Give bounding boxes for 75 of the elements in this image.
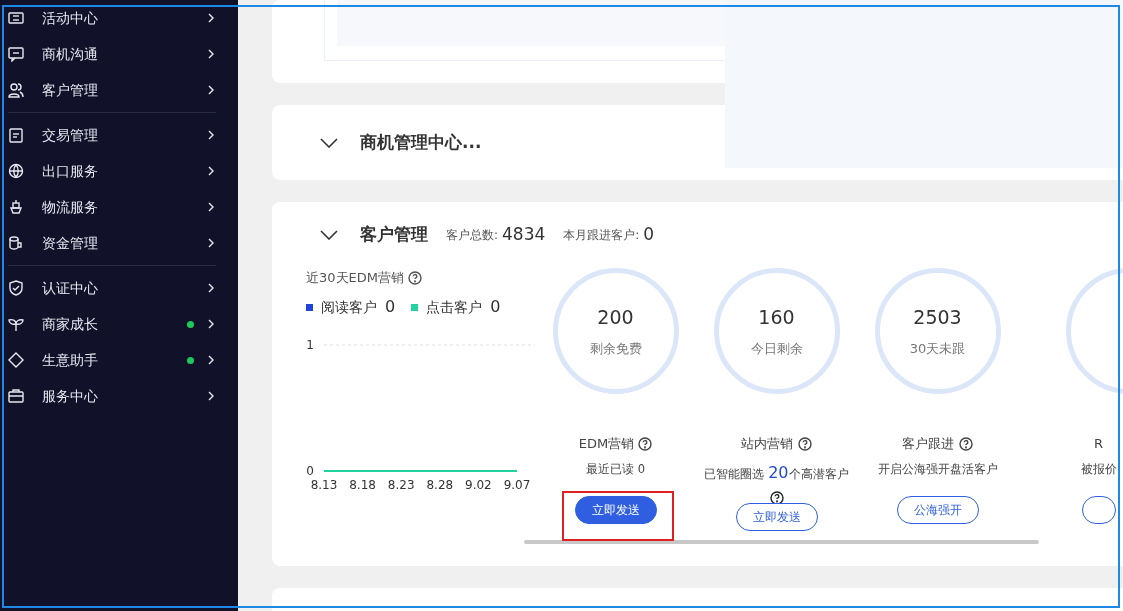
sidebar-item[interactable]: 商家成长	[0, 306, 238, 342]
chevron-right-icon	[208, 355, 214, 365]
action-button[interactable]: 公海强开	[896, 496, 979, 525]
stat-caption: 剩余免费	[589, 340, 642, 358]
axis-label: 1	[306, 338, 314, 352]
axis-label: 8.28	[426, 478, 454, 492]
help-icon	[958, 437, 973, 451]
section-title: 商机管理中心...	[360, 130, 482, 154]
chevron-right-icon	[208, 238, 214, 248]
legend-value: 0	[385, 296, 396, 318]
axis-label: 9.07	[503, 478, 531, 492]
chevron-right-icon	[208, 13, 214, 23]
users-icon	[8, 82, 24, 98]
section-title: 客户管理	[360, 223, 428, 246]
chevron-down-icon[interactable]	[320, 229, 338, 240]
help-icon	[797, 437, 812, 451]
stat-title: 站内营销	[741, 435, 794, 451]
sidebar-item[interactable]: 资金管理	[0, 225, 238, 261]
summary-value: 0	[643, 223, 655, 246]
chevron-right-icon	[208, 283, 214, 293]
stat-value: 2503	[913, 304, 962, 330]
chevron-right-icon	[208, 319, 214, 329]
stat-description: 已智能圈选 20个高潜客户	[704, 462, 849, 484]
shield-check-icon	[8, 280, 24, 296]
diamond-icon	[8, 352, 24, 368]
chevron-right-icon	[208, 166, 214, 176]
sidebar-item[interactable]: 物流服务	[0, 189, 238, 225]
stat-title: 客户跟进	[902, 435, 955, 451]
chevron-right-icon	[208, 391, 214, 401]
sidebar-item[interactable]: 客户管理	[0, 72, 238, 108]
chart-title: 近30天EDM营销	[306, 269, 404, 285]
clipboard-icon	[8, 127, 24, 143]
stat-title: R	[1093, 435, 1103, 451]
summary-label: 客户总数:	[446, 226, 499, 244]
help-icon	[408, 271, 423, 285]
chat-icon	[8, 46, 24, 62]
stat-description: 被报价	[1080, 461, 1117, 478]
sprout-icon	[8, 316, 24, 332]
action-button[interactable]: 立即发送	[574, 496, 657, 525]
stat-title: EDM营销	[578, 435, 635, 451]
briefcase-icon	[8, 388, 24, 404]
sidebar-item[interactable]: 认证中心	[0, 270, 238, 306]
sidebar-item[interactable]: 出口服务	[0, 153, 238, 189]
chevron-right-icon	[208, 85, 214, 95]
sidebar-item[interactable]: 商机沟通	[0, 36, 238, 72]
axis-label: 9.02	[465, 478, 492, 492]
stat-value: 200	[597, 304, 634, 330]
ticket-icon	[8, 10, 24, 26]
stat-description: 最近已读 0	[586, 461, 645, 478]
axis-label: 8.18	[349, 478, 376, 492]
help-icon	[638, 437, 653, 451]
sidebar-item[interactable]: 活动中心	[0, 0, 238, 36]
legend-value: 0	[490, 296, 501, 318]
summary-label: 本月跟进客户:	[563, 226, 640, 244]
globe-icon	[8, 163, 24, 179]
legend-label: 点击客户	[426, 297, 483, 317]
stat-caption: 30天未跟	[909, 340, 966, 358]
chevron-right-icon	[208, 130, 214, 140]
action-button[interactable]: 立即发送	[735, 503, 818, 531]
legend-label: 阅读客户	[321, 297, 377, 317]
axis-label: 0	[306, 464, 314, 478]
sidebar-item[interactable]: 服务中心	[0, 378, 238, 414]
stat-caption: 今日剩余	[750, 340, 803, 358]
axis-label: 8.13	[310, 478, 338, 492]
sidebar-item[interactable]: 交易管理	[0, 117, 238, 153]
stat-value: 160	[758, 304, 795, 330]
action-button[interactable]	[1081, 496, 1116, 525]
sidebar-item[interactable]: 生意助手	[0, 342, 238, 378]
chevron-right-icon	[208, 49, 214, 59]
chevron-right-icon	[208, 202, 214, 212]
summary-value: 4834	[502, 223, 546, 246]
axis-label: 8.23	[387, 478, 415, 492]
stat-description: 开启公海强开盘活客户	[877, 461, 998, 478]
ship-icon	[8, 199, 24, 215]
chevron-down-icon[interactable]	[320, 137, 338, 148]
